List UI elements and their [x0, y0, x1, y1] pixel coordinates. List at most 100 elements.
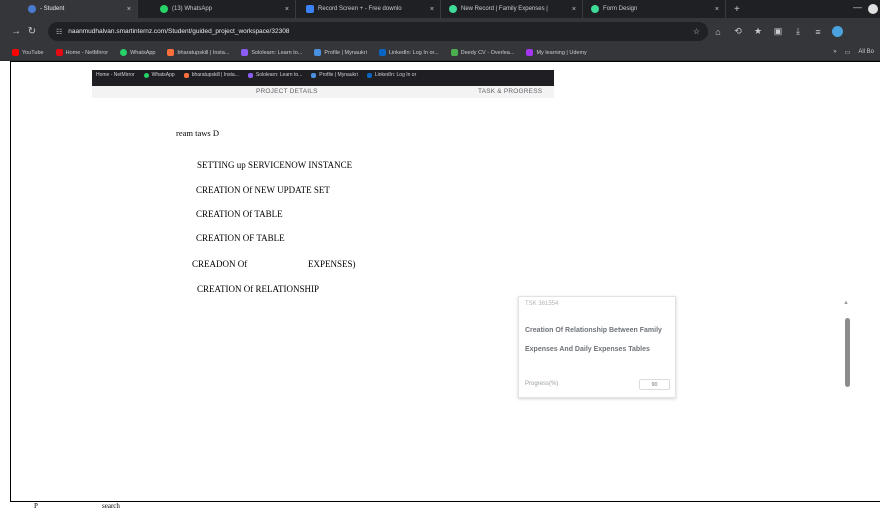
- minimize-icon[interactable]: —: [853, 2, 862, 12]
- tab-form-design[interactable]: Form Design ×: [583, 0, 726, 18]
- bookmark-sololearn[interactable]: Sololearn: Learn to...: [241, 49, 302, 56]
- instagram-icon: [167, 49, 175, 56]
- site-info-icon[interactable]: ☷: [56, 28, 62, 36]
- bookmark-label: LinkedIn: Log In or...: [388, 49, 439, 56]
- tab-student[interactable]: - Student ×: [0, 0, 138, 18]
- tab-label: (13) WhatsApp: [172, 6, 213, 12]
- browser-tab-strip: - Student × (13) WhatsApp × Record Scree…: [0, 0, 880, 18]
- bookmarks-bar: YouTube Home - NetMirror WhatsApp bharat…: [0, 45, 880, 61]
- bookmark-linkedin[interactable]: LinkedIn: Log In or...: [378, 49, 439, 56]
- bookmark-label: Deedy CV - Overlea...: [460, 49, 515, 56]
- bookmark-label: bharatupskill | Insta...: [177, 49, 230, 56]
- whatsapp-icon: [160, 5, 168, 13]
- bookmark-label: Home - NetMirror: [65, 49, 109, 56]
- scroll-up-icon[interactable]: ▲: [843, 300, 849, 306]
- taskbar-start-label[interactable]: P: [34, 502, 38, 510]
- more-bookmarks-button[interactable]: »: [833, 49, 836, 56]
- embedded-bookmark: Profile | Mynaukri: [311, 72, 358, 78]
- embedded-bookmarks-row: Home - NetMirror WhatsApp bharatupskill …: [96, 72, 425, 78]
- linkedin-icon: [366, 72, 372, 78]
- embedded-bookmarks-strip: Home - NetMirror WhatsApp bharatupskill …: [92, 70, 554, 98]
- puzzle-icon[interactable]: ▣: [768, 26, 788, 37]
- tab-label: - Student: [40, 6, 65, 12]
- close-icon[interactable]: ×: [715, 6, 719, 13]
- bookmark-label: YouTube: [22, 49, 44, 56]
- project-details-tab[interactable]: PROJECT DETAILS: [256, 88, 318, 95]
- progress-label: Progress(%): [525, 381, 559, 387]
- bookmark-netmirror[interactable]: Home - NetMirror: [55, 49, 109, 56]
- bookmark-naukri[interactable]: Profile | Mynaukri: [314, 49, 367, 56]
- student-tab-icon: [28, 5, 36, 13]
- bookmark-star-icon[interactable]: ★: [748, 26, 768, 37]
- bookmark-youtube[interactable]: YouTube: [12, 49, 44, 56]
- embedded-bookmark: Home - NetMirror: [96, 72, 135, 78]
- star-icon[interactable]: ☆: [693, 27, 700, 36]
- sololearn-icon: [241, 49, 249, 56]
- close-icon[interactable]: ×: [430, 6, 434, 13]
- new-tab-button[interactable]: +: [726, 4, 748, 15]
- url-field[interactable]: ☷ naanmudhalvan.smartinternz.com/Student…: [48, 22, 708, 41]
- bookmark-label: WhatsApp: [151, 72, 175, 78]
- window-control-icon[interactable]: [868, 4, 878, 14]
- bookmark-udemy[interactable]: My learning | Udemy: [526, 49, 587, 56]
- history-icon[interactable]: ⟲: [728, 26, 748, 37]
- close-icon[interactable]: ×: [285, 6, 289, 13]
- bookmark-label: Profile | Mynaukri: [319, 72, 358, 78]
- task-item: SETTING up SERVICENOW INSTANCE: [197, 160, 353, 170]
- task-id: TSK 381554: [525, 301, 559, 307]
- download-icon[interactable]: ⤓: [788, 26, 808, 37]
- embedded-bookmark: WhatsApp: [143, 72, 175, 78]
- embedded-bookmark: bharatupskill | Insta...: [183, 72, 239, 78]
- bookmark-overleaf[interactable]: Deedy CV - Overlea...: [450, 49, 515, 56]
- address-bar-row: → ↻ ☷ naanmudhalvan.smartinternz.com/Stu…: [0, 18, 880, 45]
- task-title: Creation Of Relationship Between Family …: [525, 327, 662, 353]
- taskbar-search[interactable]: search: [102, 502, 120, 510]
- linkedin-icon: [378, 49, 386, 56]
- media-icon[interactable]: ≡: [808, 27, 828, 37]
- forward-icon[interactable]: →: [8, 26, 24, 37]
- close-icon[interactable]: ×: [127, 6, 131, 13]
- profile-avatar[interactable]: [832, 26, 843, 37]
- bookmarks-overflow: » ▭ All Bo: [833, 49, 880, 56]
- youtube-icon: [12, 49, 19, 56]
- task-item: CREATION OF TABLE: [196, 233, 285, 243]
- servicenow-icon: [449, 5, 457, 13]
- task-item: CREATION Of TABLE: [196, 209, 283, 219]
- whatsapp-icon: [120, 49, 128, 56]
- bookmark-label: Profile | Mynaukri: [324, 49, 367, 56]
- bookmark-whatsapp[interactable]: WhatsApp: [120, 49, 155, 56]
- task-card[interactable]: TSK 381554 Creation Of Relationship Betw…: [518, 296, 676, 398]
- embedded-bookmark: LinkedIn: Log In or: [366, 72, 417, 78]
- url-text: naanmudhalvan.smartinternz.com/Student/g…: [68, 28, 290, 35]
- task-heading: ream taws D: [176, 128, 219, 138]
- netmirror-icon: [55, 49, 63, 56]
- overleaf-icon: [450, 49, 458, 56]
- bookmark-label: WhatsApp: [130, 49, 156, 56]
- url-actions: ☆: [693, 27, 708, 36]
- tab-whatsapp[interactable]: (13) WhatsApp ×: [138, 0, 296, 18]
- reload-icon[interactable]: ↻: [24, 26, 40, 37]
- task-item: CREATION Of RELATIONSHIP: [197, 284, 319, 294]
- tab-label: Record Screen + - Free downlo: [318, 6, 402, 12]
- tab-record-screen[interactable]: Record Screen + - Free downlo ×: [296, 0, 441, 18]
- bookmark-label: LinkedIn: Log In or: [374, 72, 417, 78]
- extension-icon[interactable]: ⌂: [708, 27, 728, 37]
- task-progress-tab[interactable]: TASK & PROGRESS: [478, 88, 542, 95]
- bookmark-instagram[interactable]: bharatupskill | Insta...: [167, 49, 229, 56]
- bookmark-label: Sololearn: Learn to...: [255, 72, 303, 78]
- folder-icon: ▭: [844, 50, 851, 56]
- progress-input[interactable]: 90: [639, 379, 670, 390]
- taskbar: P search: [0, 502, 880, 512]
- task-item-suffix: EXPENSES): [308, 259, 356, 269]
- tab-label: Form Design: [603, 6, 638, 12]
- bookmark-label: bharatupskill | Insta...: [191, 72, 239, 78]
- bookmark-label: Sololearn: Learn to...: [251, 49, 303, 56]
- udemy-icon: [526, 49, 534, 56]
- close-icon[interactable]: ×: [572, 6, 576, 13]
- tab-new-record[interactable]: New Record | Family Expenses | ×: [441, 0, 583, 18]
- all-bookmarks-button[interactable]: All Bo: [858, 49, 874, 56]
- scrollbar-thumb[interactable]: [845, 318, 850, 387]
- sololearn-icon: [247, 72, 253, 78]
- whatsapp-icon: [143, 72, 149, 78]
- page-content: [10, 61, 880, 502]
